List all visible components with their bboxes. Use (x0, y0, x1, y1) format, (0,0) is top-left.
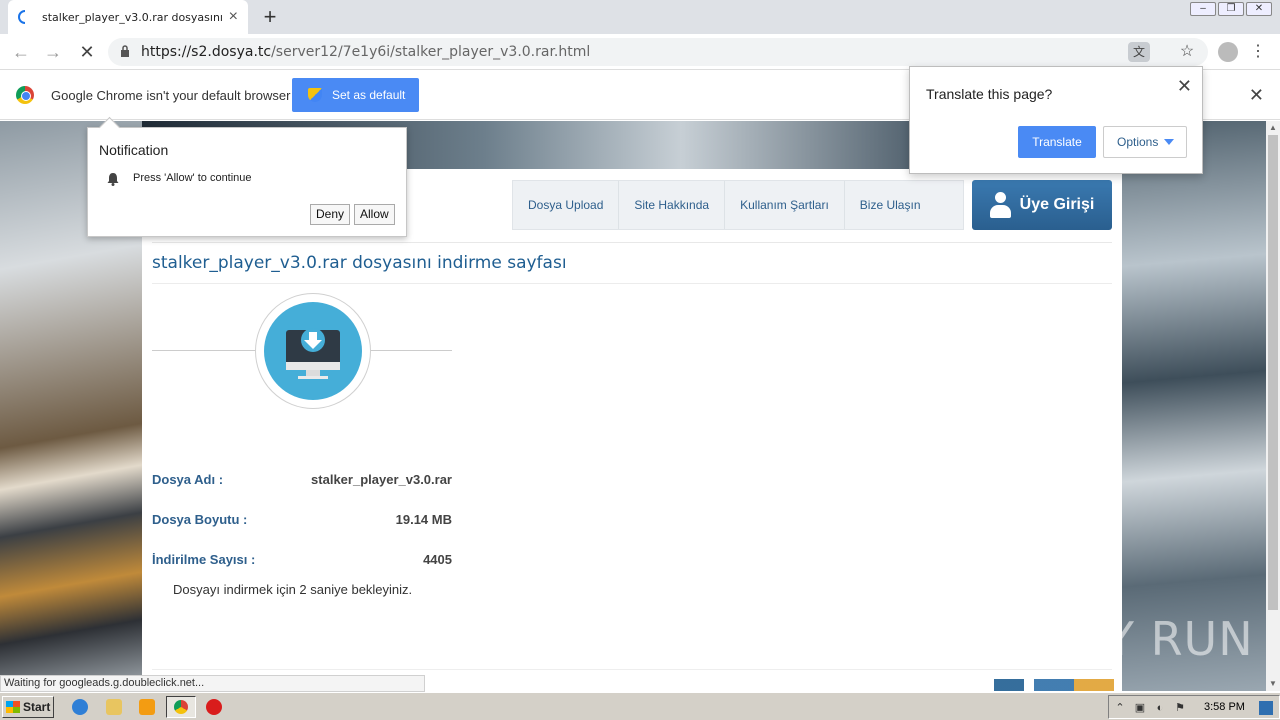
file-name-row: Dosya Adı : stalker_player_v3.0.rar (152, 472, 452, 487)
network-icon[interactable]: ▣ (1133, 701, 1147, 715)
scroll-down-icon[interactable]: ▼ (1266, 677, 1280, 691)
media-player-icon[interactable] (139, 699, 155, 715)
translate-icon[interactable]: 文 (1128, 42, 1150, 62)
file-name-label: Dosya Adı : (152, 472, 224, 487)
infobar-close-icon[interactable]: ✕ (1249, 85, 1264, 106)
url-path: /server12/7e1y6i/stalker_player_v3.0.rar… (271, 44, 591, 60)
nav-bize-ulasin[interactable]: Bize Ulaşın (845, 181, 963, 229)
translate-button[interactable]: Translate (1018, 126, 1096, 158)
download-graphic (255, 293, 371, 409)
bell-icon (107, 173, 119, 186)
divider (152, 283, 1112, 284)
scroll-up-icon[interactable]: ▲ (1266, 121, 1280, 135)
member-login-button[interactable]: Üye Girişi (972, 180, 1112, 230)
allow-button[interactable]: Allow (354, 204, 395, 225)
notification-permission-popup: Notification Press 'Allow' to continue D… (87, 127, 407, 237)
translate-options-label: Options (1117, 135, 1159, 149)
profile-avatar-icon[interactable] (1218, 42, 1238, 62)
footer-logo (994, 679, 1114, 691)
infobar-message: Google Chrome isn't your default browser (51, 88, 291, 103)
volume-icon[interactable]: ◐ (1153, 701, 1167, 715)
tab-strip: stalker_player_v3.0.rar dosyasını ind × … (0, 0, 1280, 34)
windows-taskbar: Start ⌃ ▣ ◐ ⚑ 3:58 PM (0, 692, 1280, 720)
status-bubble: Waiting for googleads.g.doubleclick.net.… (0, 675, 425, 692)
translate-question: Translate this page? (926, 86, 1053, 102)
nav-kullanim-sartlari[interactable]: Kullanım Şartları (725, 181, 845, 229)
system-tray: ⌃ ▣ ◐ ⚑ 3:58 PM (1108, 695, 1280, 719)
file-size-value: 19.14 MB (395, 512, 452, 527)
user-icon (989, 192, 1011, 218)
back-icon[interactable]: ← (10, 41, 32, 63)
background-right (1122, 121, 1266, 691)
new-tab-button[interactable]: + (258, 5, 282, 29)
site-content: Dosya Upload Site Hakkında Kullanım Şart… (142, 169, 1122, 691)
address-bar[interactable]: https://s2.dosya.tc/server12/7e1y6i/stal… (108, 38, 1208, 66)
file-size-row: Dosya Boyutu : 19.14 MB (152, 512, 452, 527)
alert-app-icon[interactable] (206, 699, 222, 715)
tray-expand-icon[interactable]: ⌃ (1113, 701, 1127, 715)
set-default-label: Set as default (332, 88, 406, 102)
notification-title: Notification (99, 142, 169, 158)
browser-tab[interactable]: stalker_player_v3.0.rar dosyasını ind × (8, 0, 248, 34)
anyrun-watermark: ANY RUN (1038, 612, 1254, 666)
nav-site-hakkinda[interactable]: Site Hakkında (619, 181, 726, 229)
folder-icon[interactable] (106, 699, 122, 715)
browser-toolbar: ← → ✕ https://s2.dosya.tc/server12/7e1y6… (0, 34, 1280, 70)
wait-message: Dosyayı indirmek için 2 saniye bekleyini… (173, 582, 413, 597)
translate-options-button[interactable]: Options (1103, 126, 1187, 158)
translate-popup: Translate this page? ✕ Translate Options (909, 66, 1203, 174)
footer-divider (152, 669, 1112, 670)
bookmark-star-icon[interactable]: ☆ (1176, 42, 1198, 62)
windows-logo-icon (6, 701, 20, 713)
tab-close-icon[interactable]: × (229, 9, 238, 25)
download-count-value: 4405 (423, 552, 452, 567)
loading-spinner-icon (18, 10, 26, 24)
scrollbar-thumb[interactable] (1268, 135, 1278, 610)
notification-message: Press 'Allow' to continue (133, 172, 252, 184)
url-host: https://s2.dosya.tc (141, 44, 272, 60)
start-button[interactable]: Start (2, 696, 54, 718)
show-desktop-icon[interactable] (1259, 701, 1273, 715)
translate-close-icon[interactable]: ✕ (1177, 76, 1192, 97)
lock-icon (121, 45, 129, 57)
site-nav: Dosya Upload Site Hakkında Kullanım Şart… (512, 180, 964, 230)
file-size-label: Dosya Boyutu : (152, 512, 248, 527)
menu-dots-icon[interactable]: ⋮ (1250, 42, 1266, 62)
set-default-button[interactable]: Set as default (292, 78, 419, 112)
window-controls: – ❐ ✕ (1190, 2, 1272, 16)
maximize-button[interactable]: ❐ (1218, 2, 1244, 16)
deny-button[interactable]: Deny (310, 204, 351, 225)
minimize-button[interactable]: – (1190, 2, 1216, 16)
start-label: Start (23, 700, 51, 714)
download-monitor-icon (264, 302, 362, 400)
download-count-label: İndirilme Sayısı : (152, 552, 256, 567)
ie-icon[interactable] (72, 699, 88, 715)
caret-down-icon (1164, 139, 1174, 145)
nav-dosya-upload[interactable]: Dosya Upload (513, 181, 620, 229)
tab-title: stalker_player_v3.0.rar dosyasını ind (42, 10, 223, 24)
clock: 3:58 PM (1204, 701, 1245, 713)
chrome-taskbar-button[interactable] (166, 696, 196, 718)
page-title: stalker_player_v3.0.rar dosyasını indirm… (152, 253, 567, 273)
shield-icon (308, 88, 322, 102)
download-count-row: İndirilme Sayısı : 4405 (152, 552, 452, 567)
chrome-logo-icon (16, 86, 34, 104)
file-name-value: stalker_player_v3.0.rar (311, 472, 452, 487)
url-text: https://s2.dosya.tc/server12/7e1y6i/stal… (141, 44, 590, 60)
flag-icon[interactable]: ⚑ (1173, 701, 1187, 715)
stop-loading-icon[interactable]: ✕ (76, 41, 98, 63)
divider (152, 242, 1112, 243)
chrome-icon (174, 700, 188, 714)
forward-icon[interactable]: → (42, 41, 64, 63)
member-login-label: Üye Girişi (1019, 196, 1095, 213)
close-window-button[interactable]: ✕ (1246, 2, 1272, 16)
